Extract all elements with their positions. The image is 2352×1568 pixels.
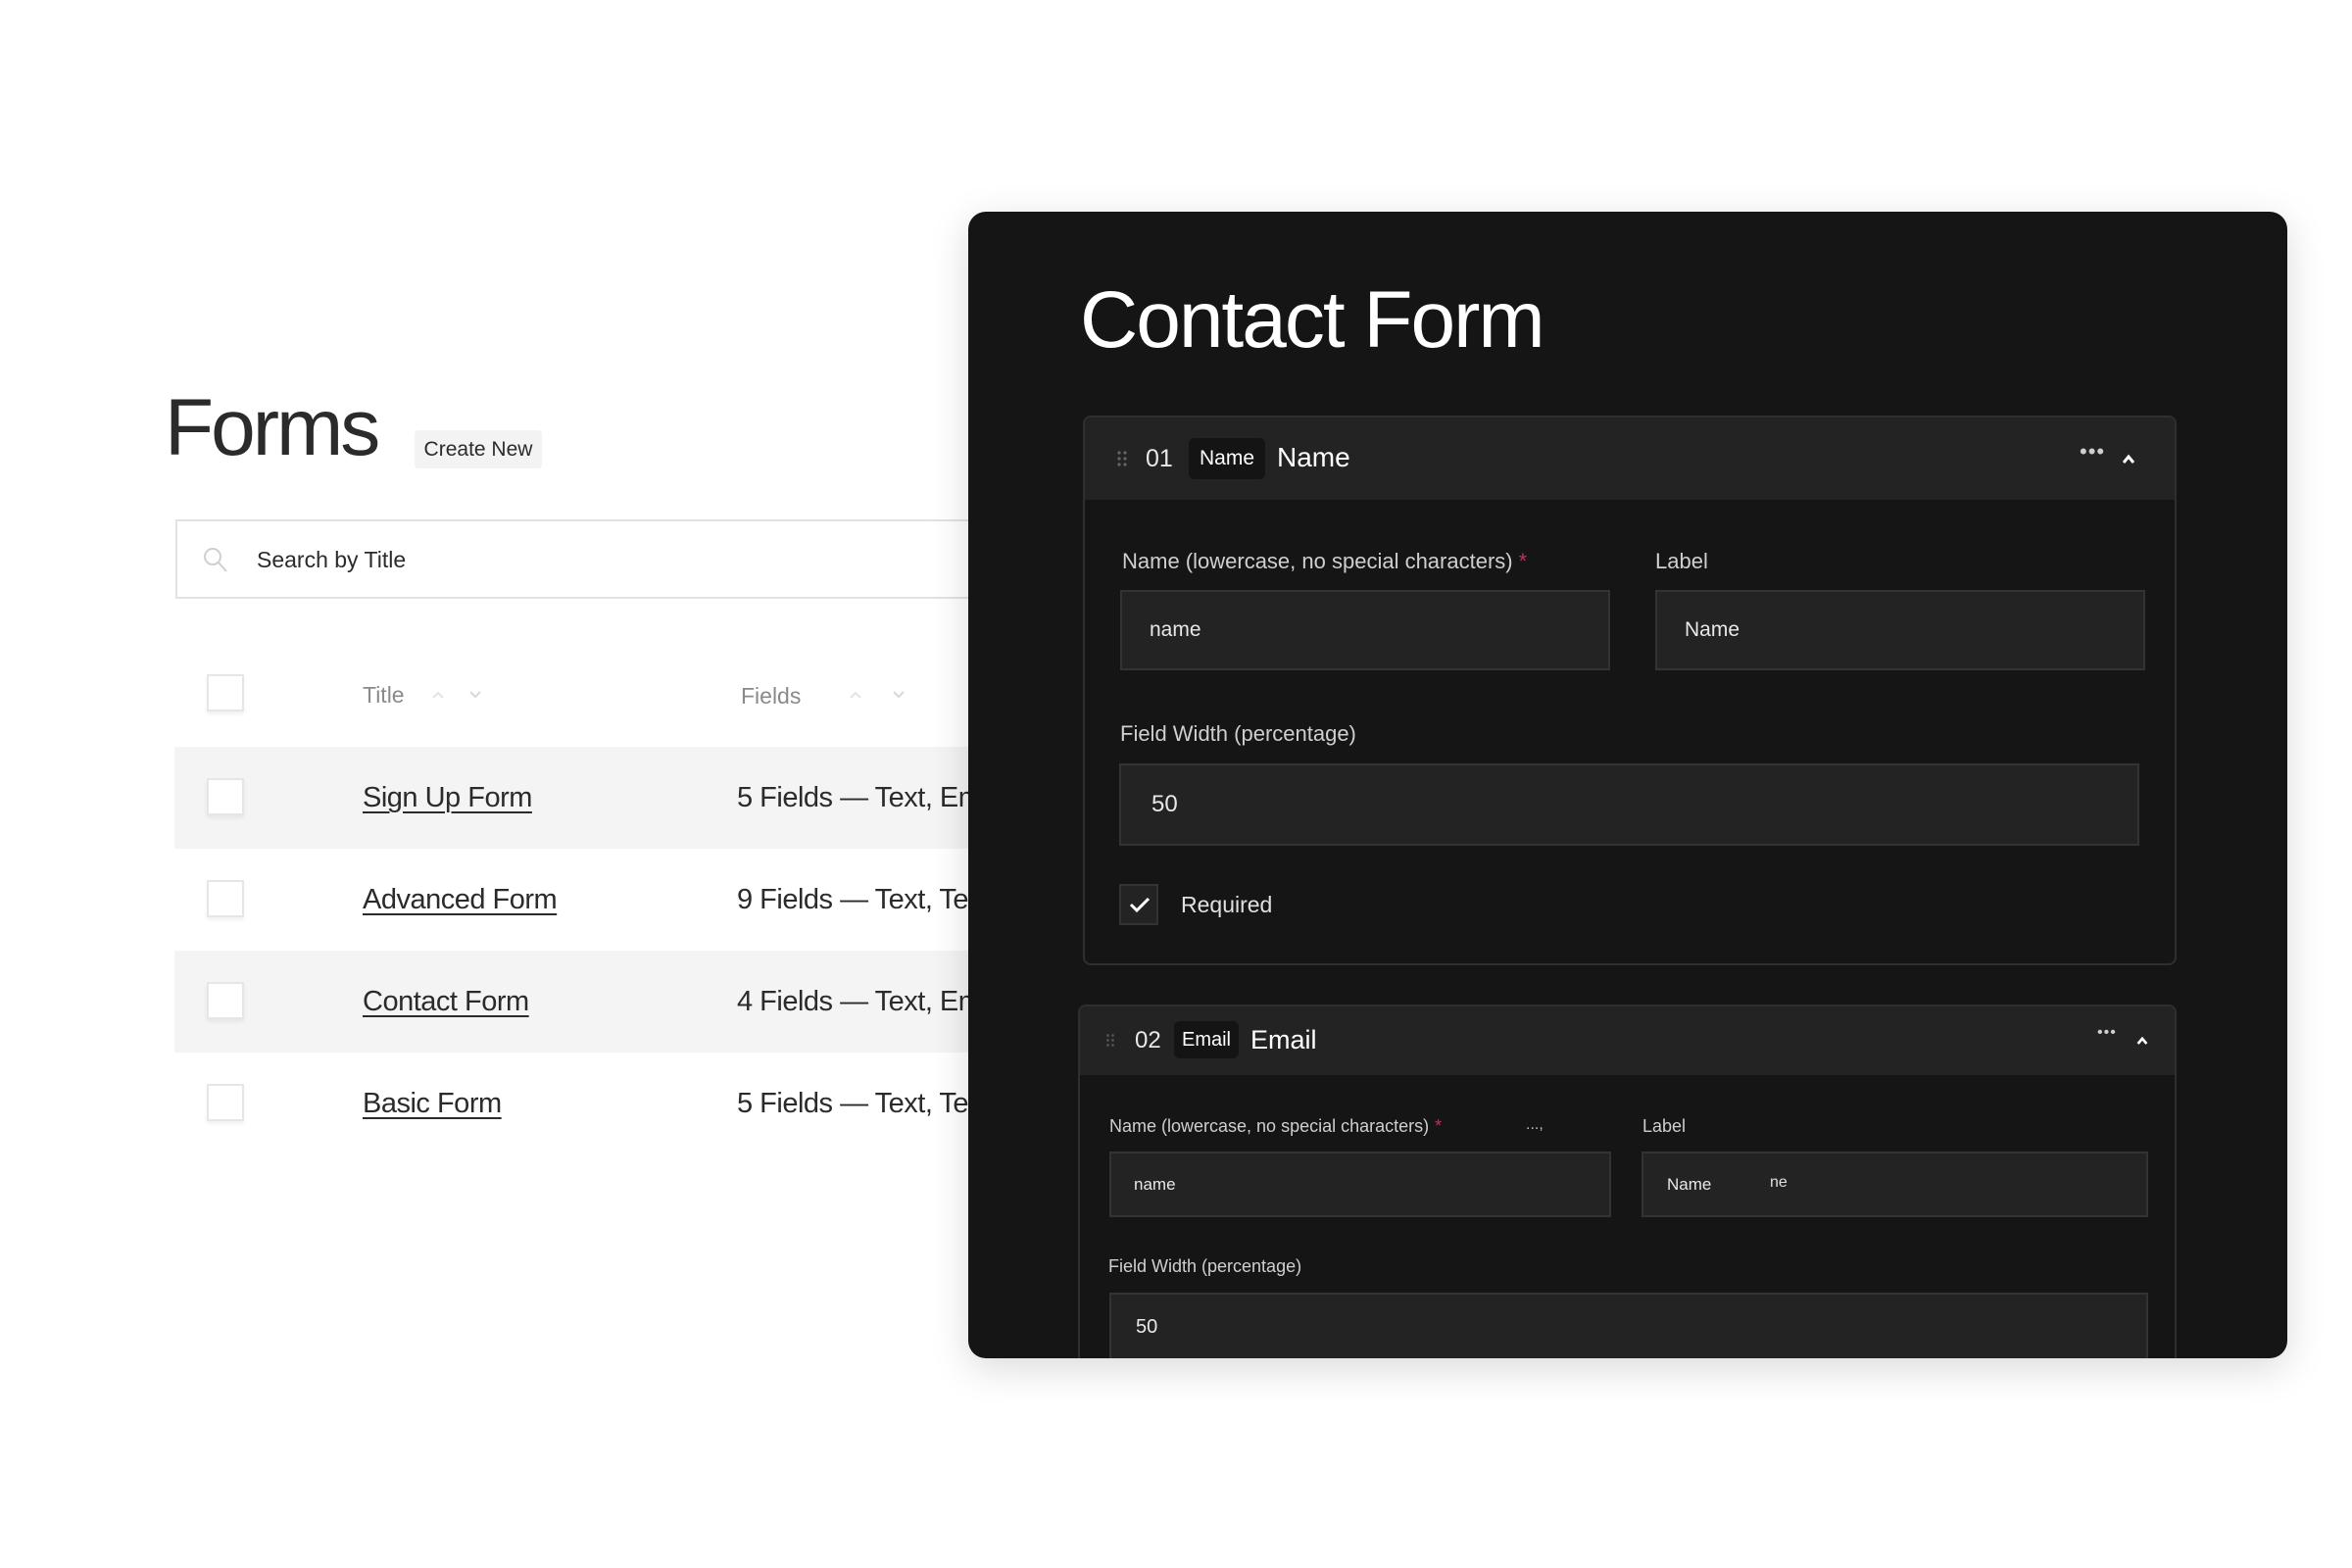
page-title: Forms xyxy=(165,383,380,472)
field-number: 01 xyxy=(1146,445,1173,472)
table-row[interactable]: Sign Up Form 5 Fields — Text, Em xyxy=(174,747,988,849)
field-name-input[interactable] xyxy=(1120,590,1610,670)
field-name: Email xyxy=(1250,1025,1317,1054)
required-marker: * xyxy=(1435,1116,1443,1136)
form-fields-summary: 4 Fields — Text, Em xyxy=(737,986,982,1017)
create-new-button[interactable]: Create New xyxy=(415,430,542,468)
table-row[interactable]: Advanced Form 9 Fields — Text, Tex xyxy=(174,849,988,951)
required-marker: * xyxy=(1518,549,1528,573)
table-row[interactable]: Contact Form 4 Fields — Text, Em xyxy=(174,951,988,1053)
field-type-badge: Name xyxy=(1189,438,1265,479)
drag-handle-icon[interactable] xyxy=(1105,1033,1115,1048)
field-card-header[interactable]: 02 Email Email ••• xyxy=(1080,1006,2175,1075)
field-label-label: Label xyxy=(1642,1116,1687,1136)
ghost-text: ..., xyxy=(1526,1116,1544,1133)
field-width-label: Field Width (percentage) xyxy=(1108,1256,1302,1276)
field-label-input[interactable] xyxy=(1642,1152,2148,1217)
sort-desc-icon[interactable] xyxy=(892,690,906,700)
field-name: Name xyxy=(1277,442,1350,472)
field-width-input[interactable] xyxy=(1109,1293,2148,1358)
column-header-fields[interactable]: Fields xyxy=(741,683,801,710)
sort-asc-icon[interactable] xyxy=(431,690,445,700)
field-name-label: Name (lowercase, no special characters) * xyxy=(1109,1116,1443,1136)
checkmark-icon xyxy=(1129,897,1151,913)
required-checkbox[interactable] xyxy=(1119,884,1158,925)
field-label-input[interactable] xyxy=(1655,590,2145,670)
field-label-label: Label xyxy=(1655,549,1708,573)
field-width-input[interactable] xyxy=(1119,763,2139,846)
sort-desc-icon[interactable] xyxy=(468,690,482,700)
more-horizontal-icon[interactable]: ••• xyxy=(2097,1024,2117,1042)
table-row[interactable]: Basic Form 5 Fields — Text, Tex xyxy=(174,1053,988,1154)
field-name-input[interactable] xyxy=(1109,1152,1611,1217)
row-checkbox[interactable] xyxy=(207,778,244,815)
form-title-link[interactable]: Sign Up Form xyxy=(363,782,532,814)
form-fields-summary: 9 Fields — Text, Tex xyxy=(737,884,983,915)
row-checkbox[interactable] xyxy=(207,1084,244,1121)
ghost-text: ne xyxy=(1770,1174,1788,1191)
column-header-title[interactable]: Title xyxy=(363,682,405,709)
field-card-email: 02 Email Email ••• Name (lowercase, no s… xyxy=(1078,1004,2177,1358)
form-fields-summary: 5 Fields — Text, Em xyxy=(737,782,982,813)
editor-title: Contact Form xyxy=(1080,275,1545,365)
required-label: Required xyxy=(1181,892,1273,917)
field-card-name: 01 Name Name ••• Name (lowercase, no spe… xyxy=(1083,416,2177,965)
more-horizontal-icon[interactable]: ••• xyxy=(2080,439,2105,465)
row-checkbox[interactable] xyxy=(207,880,244,917)
form-title-link[interactable]: Contact Form xyxy=(363,986,529,1018)
form-fields-summary: 5 Fields — Text, Tex xyxy=(737,1088,983,1119)
field-width-label: Field Width (percentage) xyxy=(1120,721,1356,746)
search-input[interactable] xyxy=(257,539,943,580)
sort-asc-icon[interactable] xyxy=(849,690,862,700)
form-title-link[interactable]: Basic Form xyxy=(363,1088,502,1120)
field-name-label: Name (lowercase, no special characters) * xyxy=(1122,549,1528,573)
search-icon xyxy=(204,548,227,572)
chevron-up-icon[interactable] xyxy=(2121,453,2136,465)
form-title-link[interactable]: Advanced Form xyxy=(363,884,558,916)
drag-handle-icon[interactable] xyxy=(1116,450,1128,467)
field-number: 02 xyxy=(1135,1027,1161,1054)
field-card-header[interactable]: 01 Name Name ••• xyxy=(1085,417,2175,500)
row-checkbox[interactable] xyxy=(207,982,244,1019)
field-type-badge: Email xyxy=(1174,1021,1239,1058)
chevron-up-icon[interactable] xyxy=(2135,1035,2149,1046)
form-editor-panel: Contact Form 01 Name Name ••• Name (lowe… xyxy=(968,212,2287,1358)
select-all-checkbox[interactable] xyxy=(207,674,244,711)
